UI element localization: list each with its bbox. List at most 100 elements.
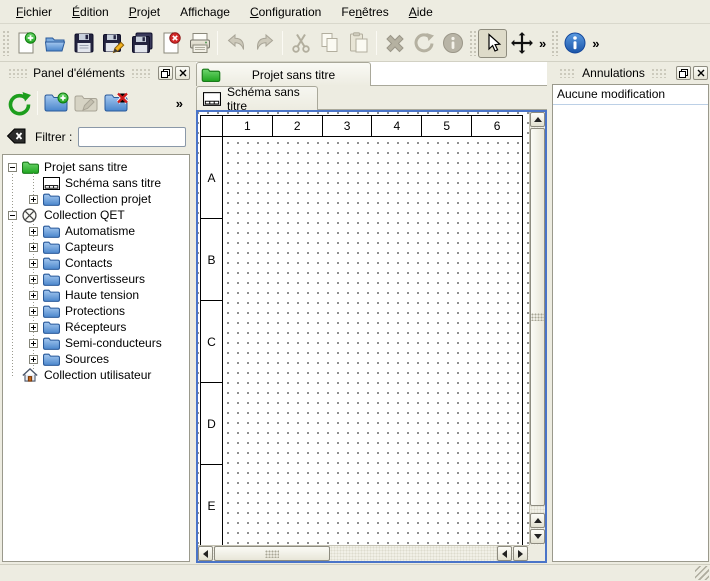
expand-expander-icon[interactable] xyxy=(29,195,38,204)
menu-edition[interactable]: Édition xyxy=(62,2,119,22)
menu-projet[interactable]: Projet xyxy=(119,2,170,22)
folder-icon xyxy=(43,336,60,350)
tree-item-automatisme[interactable]: Automatisme xyxy=(3,223,189,239)
diagram-canvas[interactable]: 1 2 3 4 5 6 A B C D E xyxy=(198,112,529,545)
dock-float-button[interactable] xyxy=(158,66,173,80)
menu-fichier[interactable]: Fichier xyxy=(6,2,62,22)
menu-fenetres[interactable]: Fenêtres xyxy=(331,2,398,22)
edit-category-button-disabled[interactable] xyxy=(71,88,101,118)
menu-configuration[interactable]: Configuration xyxy=(240,2,331,22)
expand-expander-icon[interactable] xyxy=(29,243,38,252)
main-toolbar: » » xyxy=(0,25,710,62)
rotate-button-disabled[interactable] xyxy=(409,29,438,58)
paste-button-disabled[interactable] xyxy=(344,29,373,58)
move-mode-button[interactable] xyxy=(507,29,536,58)
horizontal-scrollbar-thumb[interactable] xyxy=(214,546,330,561)
toolbar-separator xyxy=(37,91,38,115)
menu-affichage[interactable]: Affichage xyxy=(170,2,240,22)
toolbar-overflow-chevron[interactable]: » xyxy=(589,36,602,51)
expand-expander-icon[interactable] xyxy=(29,291,38,300)
elements-panel-dock: Panel d'éléments » Filtrer : Projet sans… xyxy=(0,62,192,563)
scroll-left-button[interactable] xyxy=(198,546,213,561)
clear-filter-button[interactable] xyxy=(6,127,27,148)
copy-icon xyxy=(318,31,342,55)
new-category-button[interactable] xyxy=(41,88,71,118)
about-button[interactable] xyxy=(560,29,589,58)
tree-item-collection-projet[interactable]: Collection projet xyxy=(3,191,189,207)
dock-close-button[interactable] xyxy=(693,66,708,80)
delete-button-disabled[interactable] xyxy=(380,29,409,58)
undo-history-list[interactable]: Aucune modification xyxy=(552,84,709,562)
tree-item-sources[interactable]: Sources xyxy=(3,351,189,367)
undo-list-item[interactable]: Aucune modification xyxy=(553,85,708,105)
expand-expander-icon[interactable] xyxy=(29,355,38,364)
tab-schema-sans-titre[interactable]: Schéma sans titre xyxy=(196,86,318,110)
reload-collections-button[interactable] xyxy=(4,88,34,118)
tools-toolbar-drag-handle[interactable] xyxy=(469,30,476,56)
filter-input[interactable] xyxy=(78,127,186,147)
window-resize-grip[interactable] xyxy=(695,566,709,580)
tree-item-projet-sans-titre[interactable]: Projet sans titre xyxy=(3,159,189,175)
tree-item-haute-tension[interactable]: Haute tension xyxy=(3,287,189,303)
tree-item-collection-qet[interactable]: Collection QET xyxy=(3,207,189,223)
tree-item-collection-utilisateur[interactable]: Collection utilisateur xyxy=(3,367,189,383)
elements-panel-title: Panel d'éléments xyxy=(33,66,125,80)
toolbar-overflow-chevron[interactable]: » xyxy=(536,36,549,51)
expand-expander-icon[interactable] xyxy=(29,259,38,268)
cut-button-disabled[interactable] xyxy=(286,29,315,58)
scroll-up-button-bottom[interactable] xyxy=(530,513,545,528)
panel-overflow-chevron[interactable]: » xyxy=(173,96,186,111)
diagram-icon xyxy=(203,91,221,106)
collapse-expander-icon[interactable] xyxy=(8,163,17,172)
vertical-scrollbar-thumb[interactable] xyxy=(530,128,545,506)
delete-category-button[interactable] xyxy=(101,88,131,118)
redo-button-disabled[interactable] xyxy=(250,29,279,58)
expand-expander-icon[interactable] xyxy=(29,227,38,236)
close-file-button[interactable] xyxy=(156,29,185,58)
menu-aide[interactable]: Aide xyxy=(399,2,443,22)
dock-close-button[interactable] xyxy=(175,66,190,80)
scroll-up-button[interactable] xyxy=(530,112,545,127)
save-all-button[interactable] xyxy=(127,29,156,58)
dock-float-button[interactable] xyxy=(676,66,691,80)
expand-expander-icon[interactable] xyxy=(29,307,38,316)
frame-row-header: A B C D E xyxy=(201,137,223,545)
tree-item-convertisseurs[interactable]: Convertisseurs xyxy=(3,271,189,287)
copy-button-disabled[interactable] xyxy=(315,29,344,58)
info-toolbar-drag-handle[interactable] xyxy=(551,30,558,56)
scroll-down-button[interactable] xyxy=(530,529,545,544)
close-icon xyxy=(179,69,187,77)
close-icon xyxy=(697,69,705,77)
tree-item-capteurs[interactable]: Capteurs xyxy=(3,239,189,255)
folder-new-icon xyxy=(43,90,69,116)
tree-item-protections[interactable]: Protections xyxy=(3,303,189,319)
save-as-button[interactable] xyxy=(98,29,127,58)
new-project-button[interactable] xyxy=(11,29,40,58)
toolbar-drag-handle[interactable] xyxy=(2,30,9,56)
open-project-button[interactable] xyxy=(40,29,69,58)
qet-collection-icon xyxy=(22,208,39,222)
save-button[interactable] xyxy=(69,29,98,58)
collapse-expander-icon[interactable] xyxy=(8,211,17,220)
horizontal-scrollbar[interactable] xyxy=(198,545,529,561)
tree-item-contacts[interactable]: Contacts xyxy=(3,255,189,271)
select-mode-button[interactable] xyxy=(478,29,507,58)
expand-expander-icon[interactable] xyxy=(29,323,38,332)
tab-projet-sans-titre[interactable]: Projet sans titre xyxy=(196,62,371,86)
diagram-view[interactable]: 1 2 3 4 5 6 A B C D E xyxy=(196,110,547,563)
info-circle-gray-icon xyxy=(441,31,465,55)
scroll-left-button-right[interactable] xyxy=(497,546,512,561)
expand-expander-icon[interactable] xyxy=(29,275,38,284)
print-button[interactable] xyxy=(185,29,214,58)
info-button-disabled[interactable] xyxy=(438,29,467,58)
undo-panel-title-bar[interactable]: Annulations xyxy=(551,62,710,84)
folder-icon xyxy=(43,192,60,206)
elements-panel-title-bar[interactable]: Panel d'éléments xyxy=(0,62,192,84)
undo-button-disabled[interactable] xyxy=(221,29,250,58)
vertical-scrollbar[interactable] xyxy=(529,112,545,545)
tree-item-schema-sans-titre[interactable]: Schéma sans titre xyxy=(3,175,189,191)
expand-expander-icon[interactable] xyxy=(29,339,38,348)
scroll-right-button[interactable] xyxy=(513,546,528,561)
tree-item-semi-conducteurs[interactable]: Semi-conducteurs xyxy=(3,335,189,351)
tree-item-recepteurs[interactable]: Récepteurs xyxy=(3,319,189,335)
